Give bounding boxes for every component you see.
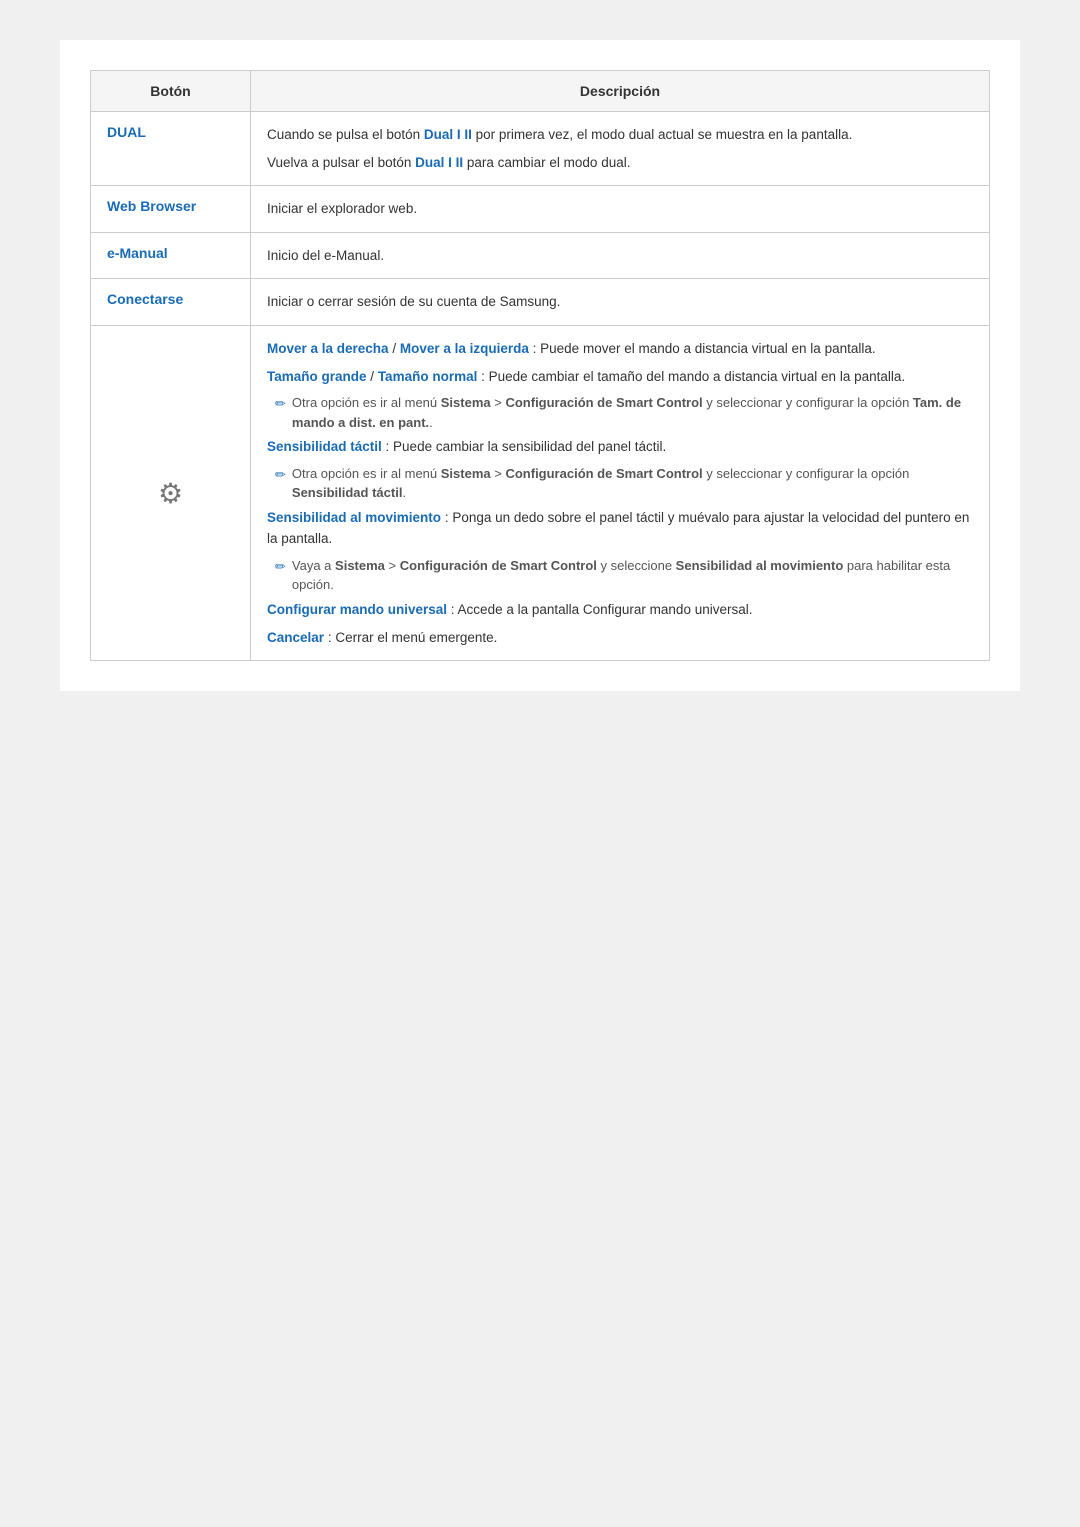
gear-line5: Configurar mando universal : Accede a la… [267, 599, 973, 621]
gear-line3: Sensibilidad táctil : Puede cambiar la s… [267, 436, 973, 458]
table-row: DUAL Cuando se pulsa el botón Dual I II … [91, 112, 990, 186]
gear-note1-text: Otra opción es ir al menú Sistema > Conf… [292, 393, 973, 432]
table-row: ⚙ Mover a la derecha / Mover a la izquie… [91, 325, 990, 660]
desc-cell-emanual: Inicio del e-Manual. [251, 232, 990, 279]
emanual-description: Inicio del e-Manual. [267, 245, 973, 267]
gear-icon: ⚙ [158, 477, 183, 510]
gear-tamano-grande: Tamaño grande [267, 369, 367, 384]
gear-mover-derecha: Mover a la derecha [267, 341, 389, 356]
conectarse-desc-text: Iniciar o cerrar sesión de su cuenta de … [267, 291, 973, 313]
header-desc-col: Descripción [251, 71, 990, 112]
gear-line6-suffix: : Cerrar el menú emergente. [328, 630, 498, 645]
gear-sep1: / [392, 341, 400, 356]
pencil-icon-2: ✏ [275, 465, 286, 486]
desc-cell-conectarse: Iniciar o cerrar sesión de su cuenta de … [251, 279, 990, 326]
gear-note2: ✏ Otra opción es ir al menú Sistema > Co… [267, 464, 973, 503]
button-cell-emanual: e-Manual [91, 232, 251, 279]
gear-line1-suffix: : Puede mover el mando a distancia virtu… [533, 341, 876, 356]
pencil-icon-1: ✏ [275, 394, 286, 415]
gear-line1: Mover a la derecha / Mover a la izquierd… [267, 338, 973, 360]
desc-cell-dual: Cuando se pulsa el botón Dual I II por p… [251, 112, 990, 186]
main-table: Botón Descripción DUAL Cuando se pulsa e… [90, 70, 990, 661]
gear-cancelar: Cancelar [267, 630, 324, 645]
webbrowser-description: Iniciar el explorador web. [267, 198, 973, 220]
gear-line5-suffix: : Accede a la pantalla Configurar mando … [451, 602, 753, 617]
gear-note1: ✏ Otra opción es ir al menú Sistema > Co… [267, 393, 973, 432]
gear-note3-text: Vaya a Sistema > Configuración de Smart … [292, 556, 973, 595]
table-row: Conectarse Iniciar o cerrar sesión de su… [91, 279, 990, 326]
gear-sep2: / [370, 369, 378, 384]
button-cell-webbrowser: Web Browser [91, 186, 251, 233]
button-cell-gear: ⚙ [91, 325, 251, 660]
gear-mover-izquierda: Mover a la izquierda [400, 341, 529, 356]
dual-desc-line1: Cuando se pulsa el botón Dual I II por p… [267, 124, 973, 146]
desc-cell-gear: Mover a la derecha / Mover a la izquierd… [251, 325, 990, 660]
button-cell-dual: DUAL [91, 112, 251, 186]
gear-note3: ✏ Vaya a Sistema > Configuración de Smar… [267, 556, 973, 595]
gear-sensibilidad-tactil: Sensibilidad táctil [267, 439, 382, 454]
gear-line3-suffix: : Puede cambiar la sensibilidad del pane… [386, 439, 667, 454]
button-cell-conectarse: Conectarse [91, 279, 251, 326]
dual-label: DUAL [107, 124, 146, 140]
webbrowser-desc-text: Iniciar el explorador web. [267, 198, 973, 220]
header-button-col: Botón [91, 71, 251, 112]
dual-description: Cuando se pulsa el botón Dual I II por p… [267, 124, 973, 173]
gear-sensibilidad-movimiento: Sensibilidad al movimiento [267, 510, 441, 525]
dual-desc-line2: Vuelva a pulsar el botón Dual I II para … [267, 152, 973, 174]
conectarse-description: Iniciar o cerrar sesión de su cuenta de … [267, 291, 973, 313]
table-row: e-Manual Inicio del e-Manual. [91, 232, 990, 279]
conectarse-label: Conectarse [107, 291, 183, 307]
gear-line2-suffix: : Puede cambiar el tamaño del mando a di… [481, 369, 905, 384]
gear-line2: Tamaño grande / Tamaño normal : Puede ca… [267, 366, 973, 388]
gear-description: Mover a la derecha / Mover a la izquierd… [267, 338, 973, 648]
table-header-row: Botón Descripción [91, 71, 990, 112]
gear-note2-text: Otra opción es ir al menú Sistema > Conf… [292, 464, 973, 503]
dual-highlight-1: Dual I II [424, 127, 472, 142]
gear-configurar-mando: Configurar mando universal [267, 602, 447, 617]
emanual-desc-text: Inicio del e-Manual. [267, 245, 973, 267]
dual-highlight-2: Dual I II [415, 155, 463, 170]
desc-cell-webbrowser: Iniciar el explorador web. [251, 186, 990, 233]
pencil-icon-3: ✏ [275, 557, 286, 578]
emanual-label: e-Manual [107, 245, 168, 261]
gear-line4: Sensibilidad al movimiento : Ponga un de… [267, 507, 973, 550]
gear-tamano-normal: Tamaño normal [378, 369, 478, 384]
table-row: Web Browser Iniciar el explorador web. [91, 186, 990, 233]
webbrowser-label: Web Browser [107, 198, 196, 214]
gear-line6: Cancelar : Cerrar el menú emergente. [267, 627, 973, 649]
page-container: Botón Descripción DUAL Cuando se pulsa e… [60, 40, 1020, 691]
